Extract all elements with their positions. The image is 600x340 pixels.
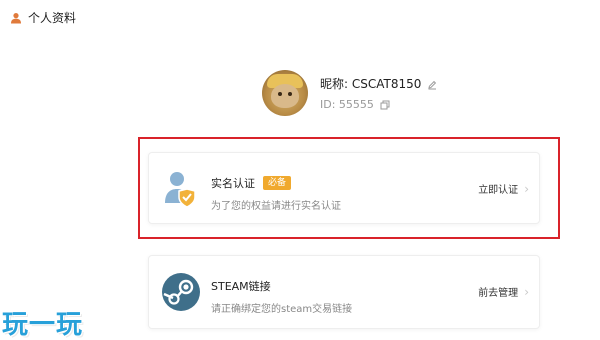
manage-steam-button[interactable]: 前去管理 ›	[478, 284, 529, 300]
verify-now-button[interactable]: 立即认证 ›	[478, 181, 529, 197]
verification-card[interactable]: 实名认证 必备 为了您的权益请进行实名认证 立即认证 ›	[148, 152, 540, 224]
chevron-right-icon: ›	[524, 284, 529, 299]
identity-shield-icon	[161, 169, 201, 209]
avatar[interactable]	[262, 70, 308, 116]
profile-section: 昵称: CSCAT8150 ID: 55555	[262, 70, 437, 116]
verification-description: 为了您的权益请进行实名认证	[211, 201, 341, 212]
steam-title-row: STEAM链接	[211, 278, 271, 294]
page-title: 个人资料	[28, 11, 77, 25]
verification-title: 实名认证	[211, 177, 255, 190]
person-icon	[10, 12, 22, 24]
steam-description: 请正确绑定您的steam交易链接	[211, 304, 353, 315]
manage-label: 前去管理	[478, 288, 519, 299]
verification-title-row: 实名认证 必备	[211, 175, 292, 191]
nickname-row: 昵称: CSCAT8150	[320, 75, 437, 92]
chevron-right-icon: ›	[524, 181, 529, 196]
user-id-row: ID: 55555	[320, 98, 437, 111]
page-header: 个人资料	[10, 9, 76, 26]
verify-now-label: 立即认证	[478, 185, 519, 196]
steam-title: STEAM链接	[211, 280, 271, 293]
profile-info: 昵称: CSCAT8150 ID: 55555	[320, 75, 437, 111]
user-id: ID: 55555	[320, 98, 374, 111]
site-watermark: 玩一玩	[2, 310, 84, 340]
required-badge: 必备	[263, 175, 292, 191]
steam-logo-icon	[161, 272, 201, 312]
steam-link-card[interactable]: STEAM链接 请正确绑定您的steam交易链接 前去管理 ›	[148, 255, 540, 329]
edit-icon[interactable]	[427, 79, 437, 89]
copy-icon[interactable]	[380, 100, 390, 110]
nickname: 昵称: CSCAT8150	[320, 77, 422, 91]
